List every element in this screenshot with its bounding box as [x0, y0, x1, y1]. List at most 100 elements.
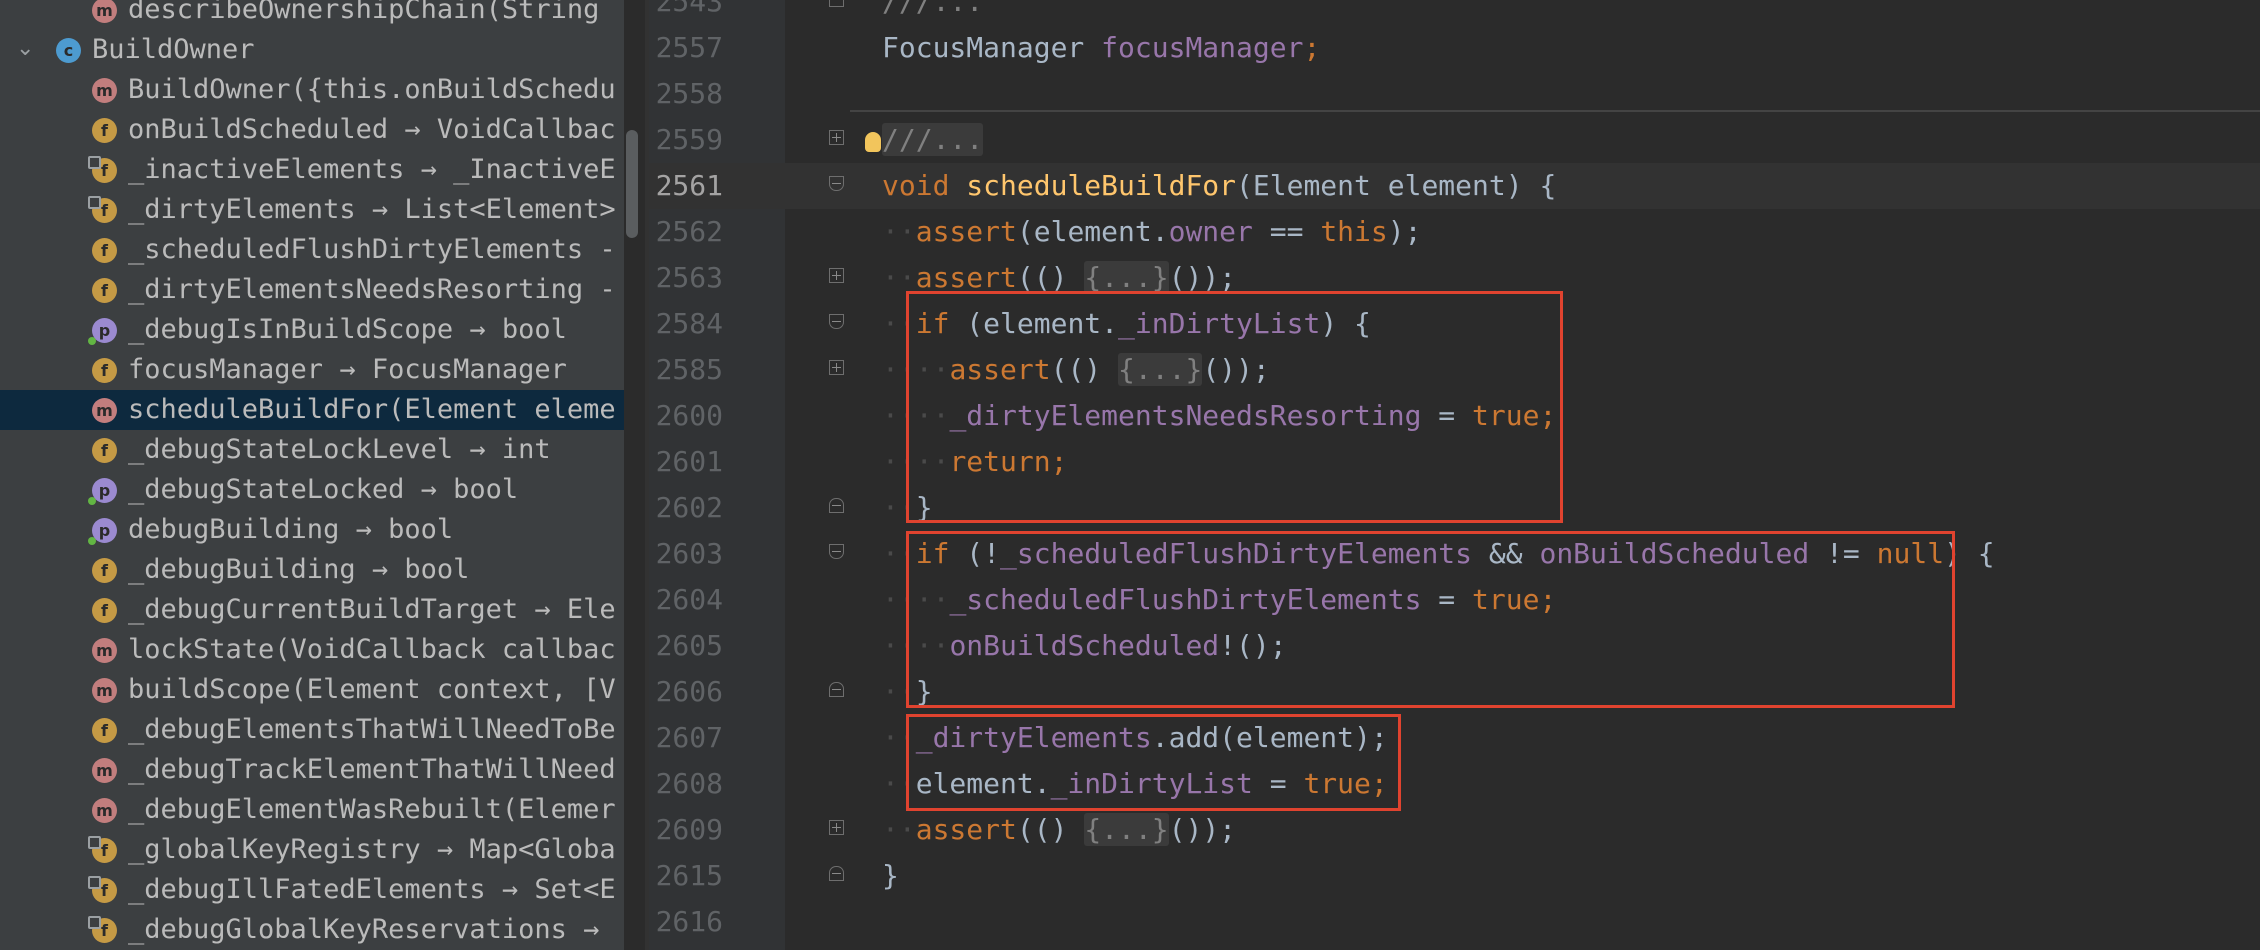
highlight-box-dirty-check — [906, 291, 1563, 523]
method-icon: m — [92, 678, 117, 703]
code-token: assert — [915, 261, 1017, 294]
structure-item[interactable]: f _debugIllFatedElements → Set<E — [0, 870, 624, 910]
structure-item[interactable]: m scheduleBuildFor(Element eleme — [0, 390, 624, 430]
structure-item[interactable]: m buildScope(Element context, [V — [0, 670, 624, 710]
structure-item[interactable]: f _scheduledFlushDirtyElements - — [0, 230, 624, 270]
structure-item[interactable]: f _globalKeyRegistry → Map<Globa — [0, 830, 624, 870]
structure-item-label: BuildOwner — [92, 34, 255, 65]
structure-item-label: buildScope(Element context, [V — [128, 674, 616, 705]
collapse-fold-icon[interactable] — [829, 314, 844, 329]
structure-item[interactable]: p _debugIsInBuildScope → bool — [0, 310, 624, 350]
structure-item-label: _debugIllFatedElements → Set<E — [128, 874, 616, 905]
code-line[interactable]: 2609 ··assert(() {...}()); — [649, 807, 2260, 853]
collapse-fold-icon[interactable] — [829, 866, 844, 881]
method-icon: m — [92, 638, 117, 663]
code-line[interactable]: 2615} — [649, 853, 2260, 899]
lightbulb-icon[interactable] — [865, 132, 881, 152]
structure-item[interactable]: f focusManager → FocusManager — [0, 350, 624, 390]
structure-item-label: _dirtyElements → List<Element> — [128, 194, 616, 225]
lock-icon — [88, 876, 101, 889]
code-text: ··assert(element.owner == this); — [882, 209, 1421, 255]
visibility-dot-icon — [88, 537, 96, 545]
code-text: FocusManager focusManager; — [882, 25, 1320, 71]
line-number: 2616 — [655, 905, 723, 938]
structure-scrollbar[interactable] — [626, 130, 638, 238]
line-number: 2604 — [655, 583, 723, 616]
code-editor[interactable]: 2543 ///... 2557 FocusManager focusManager;… — [649, 0, 2260, 950]
collapse-fold-icon[interactable] — [829, 682, 844, 697]
structure-item-label: scheduleBuildFor(Element eleme — [128, 394, 616, 425]
structure-item[interactable]: m lockState(VoidCallback callbac — [0, 630, 624, 670]
structure-item[interactable]: f _debugElementsThatWillNeedToBe — [0, 710, 624, 750]
code-line[interactable]: 2543 ///... — [649, 0, 2260, 25]
expand-fold-icon[interactable] — [829, 360, 844, 375]
structure-item[interactable]: m BuildOwner({this.onBuildSchedu — [0, 70, 624, 110]
lock-icon — [88, 196, 101, 209]
line-number: 2561 — [655, 169, 723, 202]
class-icon: c — [56, 38, 81, 63]
code-line[interactable]: 2559 ///... — [649, 117, 2260, 163]
code-token: } — [882, 859, 899, 892]
line-number: 2543 — [655, 0, 723, 18]
structure-item-label: onBuildScheduled → VoidCallbac — [128, 114, 616, 145]
code-line[interactable]: 2608 ··element._inDirtyList = true; — [649, 761, 2260, 807]
structure-item-label: _debugStateLockLevel → int — [128, 434, 551, 465]
code-token: assert — [915, 215, 1017, 248]
field-icon: f — [92, 598, 117, 623]
lock-icon — [88, 156, 101, 169]
code-token: ); — [1387, 215, 1422, 248]
structure-item[interactable]: f _inactiveElements → _InactiveE — [0, 150, 624, 190]
lock-icon — [88, 836, 101, 849]
structure-item-label: _dirtyElementsNeedsResorting - — [128, 274, 616, 305]
structure-item[interactable]: m _debugTrackElementThatWillNeed — [0, 750, 624, 790]
code-line[interactable]: 2616 — [649, 899, 2260, 945]
collapse-fold-icon[interactable] — [829, 176, 844, 191]
code-text: ··assert(() {...}()); — [882, 807, 1236, 853]
structure-item[interactable]: f _dirtyElementsNeedsResorting - — [0, 270, 624, 310]
structure-item[interactable]: f _debugBuilding → bool — [0, 550, 624, 590]
line-number: 2603 — [655, 537, 723, 570]
expand-fold-icon[interactable] — [829, 820, 844, 835]
code-token: ·· — [882, 813, 916, 846]
collapse-fold-icon[interactable] — [829, 0, 844, 7]
code-text: ///... — [882, 0, 983, 25]
code-token: (() — [1016, 813, 1085, 846]
code-token: ()); — [1168, 261, 1237, 294]
method-icon: m — [92, 758, 117, 783]
structure-item-label: _debugElementsThatWillNeedToBe — [128, 714, 616, 745]
structure-item[interactable]: f _debugCurrentBuildTarget → Ele — [0, 590, 624, 630]
code-token: ·· — [882, 215, 916, 248]
code-token: ·· — [882, 261, 916, 294]
line-number: 2607 — [655, 721, 723, 754]
structure-item[interactable]: p debugBuilding → bool — [0, 510, 624, 550]
code-token: ()); — [1168, 813, 1237, 846]
line-number: 2563 — [655, 261, 723, 294]
expand-fold-icon[interactable] — [829, 130, 844, 145]
structure-item[interactable]: f _debugStateLockLevel → int — [0, 430, 624, 470]
code-line[interactable]: 2557 FocusManager focusManager; — [649, 25, 2260, 71]
chevron-down-icon[interactable]: ⌄ — [16, 36, 34, 61]
structure-item[interactable]: m _debugElementWasRebuilt(Elemer — [0, 790, 624, 830]
code-line[interactable]: 2607 ··_dirtyElements.add(element); — [649, 715, 2260, 761]
highlight-box-add-dirty — [906, 714, 1401, 811]
method-icon: m — [92, 398, 117, 423]
structure-item[interactable]: f _debugGlobalKeyReservations → — [0, 910, 624, 950]
structure-item[interactable]: ⌄ c BuildOwner — [0, 30, 624, 70]
code-line[interactable]: 2561 void scheduleBuildFor(Element elemen… — [649, 163, 2260, 209]
line-number: 2584 — [655, 307, 723, 340]
structure-item-label: _inactiveElements → _InactiveE — [128, 154, 616, 185]
code-line[interactable]: 2562 ··assert(element.owner == this); — [649, 209, 2260, 255]
structure-item[interactable]: p _debugStateLocked → bool — [0, 470, 624, 510]
field-icon: f — [92, 558, 117, 583]
field-icon: f — [92, 438, 117, 463]
structure-item[interactable]: f onBuildScheduled → VoidCallbac — [0, 110, 624, 150]
collapse-fold-icon[interactable] — [829, 544, 844, 559]
field-icon: f — [92, 118, 117, 143]
code-token: ; — [1303, 31, 1321, 64]
line-number: 2558 — [655, 77, 723, 110]
expand-fold-icon[interactable] — [829, 268, 844, 283]
structure-item[interactable]: m describeOwnershipChain(String — [0, 0, 624, 30]
collapse-fold-icon[interactable] — [829, 498, 844, 513]
structure-item[interactable]: f _dirtyElements → List<Element> — [0, 190, 624, 230]
structure-item-label: _debugIsInBuildScope → bool — [128, 314, 567, 345]
